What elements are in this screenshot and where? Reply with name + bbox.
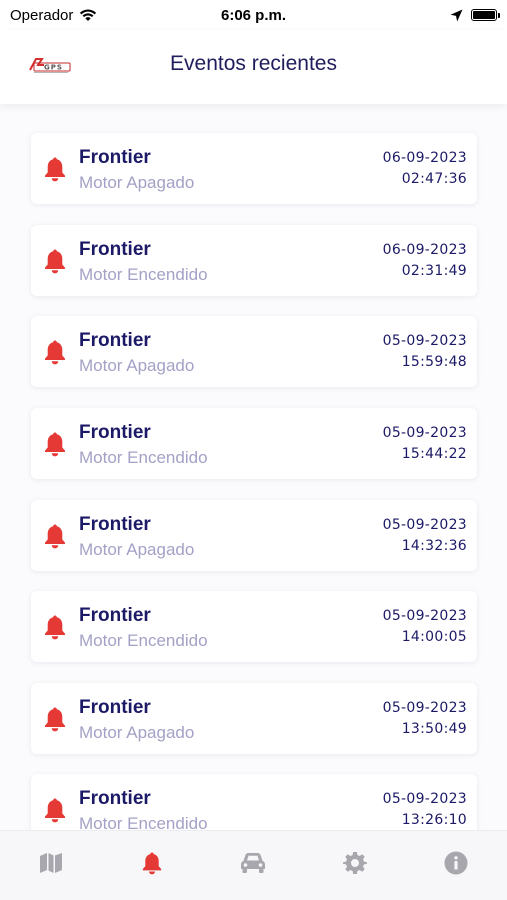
car-icon xyxy=(241,853,266,873)
event-date: 05-09-2023 xyxy=(382,700,467,716)
event-time: 14:32:36 xyxy=(401,538,467,554)
event-description: Motor Apagado xyxy=(79,356,195,375)
event-vehicle-name: Frontier xyxy=(79,605,151,626)
event-date: 05-09-2023 xyxy=(382,791,467,807)
event-vehicle-name: Frontier xyxy=(79,239,151,260)
event-time: 02:47:36 xyxy=(401,171,467,187)
event-date: 05-09-2023 xyxy=(382,333,467,349)
page-title: Eventos recientes xyxy=(170,52,337,75)
event-item[interactable]: Frontier Motor Encendido 05-09-2023 14:0… xyxy=(31,591,477,662)
wifi-icon xyxy=(80,9,97,21)
app-header: GPS Eventos recientes xyxy=(0,30,507,104)
event-vehicle-name: Frontier xyxy=(79,330,151,351)
status-bar-right xyxy=(337,9,500,22)
event-description: Motor Apagado xyxy=(79,173,195,192)
event-time: 14:00:05 xyxy=(401,629,467,645)
event-date: 06-09-2023 xyxy=(382,242,467,258)
event-date: 05-09-2023 xyxy=(382,425,467,441)
bell-icon xyxy=(45,615,65,640)
tab-map[interactable] xyxy=(31,850,71,876)
bell-icon xyxy=(45,524,65,549)
event-time: 13:50:49 xyxy=(401,721,467,737)
tab-info[interactable] xyxy=(436,850,476,876)
event-item[interactable]: Frontier Motor Apagado 05-09-2023 15:59:… xyxy=(31,316,477,387)
event-item[interactable]: Frontier Motor Apagado 06-09-2023 02:47:… xyxy=(31,133,477,204)
status-bar: Operador 6:06 p.m. xyxy=(0,0,507,30)
bell-icon xyxy=(142,852,162,875)
event-item[interactable]: Frontier Motor Encendido 05-09-2023 15:4… xyxy=(31,408,477,479)
bell-icon xyxy=(45,798,65,823)
event-vehicle-name: Frontier xyxy=(79,697,151,718)
bell-icon xyxy=(45,249,65,274)
event-date: 05-09-2023 xyxy=(382,608,467,624)
event-time: 13:26:10 xyxy=(401,812,467,828)
event-item[interactable]: Frontier Motor Apagado 05-09-2023 13:50:… xyxy=(31,683,477,754)
event-time: 15:59:48 xyxy=(401,354,467,370)
event-vehicle-name: Frontier xyxy=(79,422,151,443)
tab-settings[interactable] xyxy=(335,850,375,876)
bottom-tab-bar xyxy=(0,830,507,900)
event-description: Motor Apagado xyxy=(79,723,195,742)
event-time: 15:44:22 xyxy=(401,446,467,462)
map-icon xyxy=(39,853,62,873)
event-description: Motor Apagado xyxy=(79,540,195,559)
location-arrow-icon xyxy=(450,9,463,21)
event-date: 06-09-2023 xyxy=(382,150,467,166)
bell-icon xyxy=(45,340,65,365)
event-item[interactable]: Frontier Motor Encendido 05-09-2023 13:2… xyxy=(31,774,477,830)
tab-vehicles[interactable] xyxy=(233,850,273,876)
bell-icon xyxy=(45,432,65,457)
event-description: Motor Encendido xyxy=(79,814,208,830)
tab-events[interactable] xyxy=(132,850,172,876)
bell-icon xyxy=(45,707,65,732)
event-vehicle-name: Frontier xyxy=(79,147,151,168)
event-description: Motor Encendido xyxy=(79,631,208,650)
event-description: Motor Encendido xyxy=(79,265,208,284)
battery-icon xyxy=(471,9,500,21)
event-item[interactable]: Frontier Motor Encendido 06-09-2023 02:3… xyxy=(31,225,477,296)
event-item[interactable]: Frontier Motor Apagado 05-09-2023 14:32:… xyxy=(31,500,477,571)
carrier-label: Operador xyxy=(10,6,74,24)
event-description: Motor Encendido xyxy=(79,448,208,467)
event-vehicle-name: Frontier xyxy=(79,788,151,809)
bell-icon xyxy=(45,157,65,182)
event-vehicle-name: Frontier xyxy=(79,514,151,535)
event-date: 05-09-2023 xyxy=(382,517,467,533)
status-bar-left: Operador xyxy=(10,7,170,24)
status-bar-time: 6:06 p.m. xyxy=(220,6,287,24)
gear-icon xyxy=(342,852,367,874)
event-time: 02:31:49 xyxy=(401,263,467,279)
info-icon xyxy=(444,851,468,875)
events-list[interactable]: Frontier Motor Apagado 06-09-2023 02:47:… xyxy=(0,104,507,830)
